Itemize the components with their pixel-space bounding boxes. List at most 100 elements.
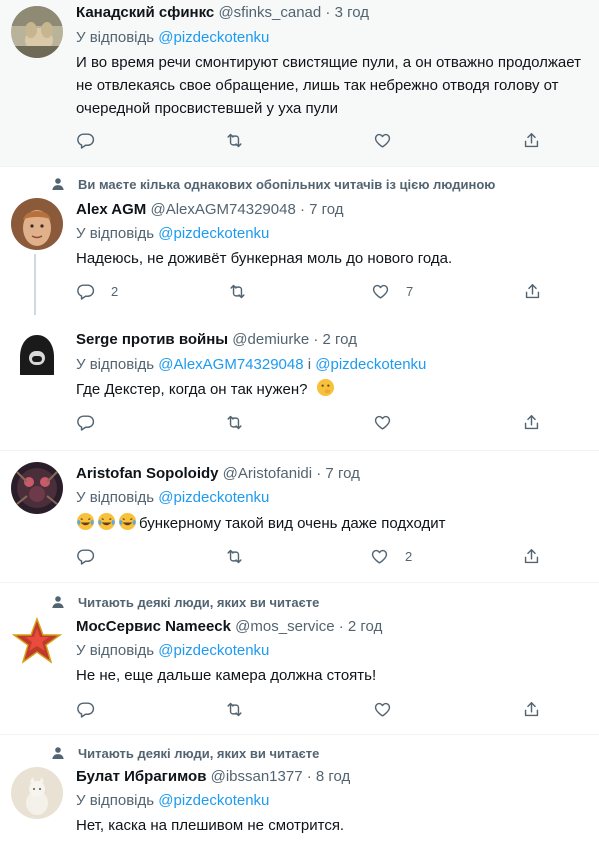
display-name[interactable]: МосСервис Nameeck [76,618,231,635]
retweet-button[interactable] [225,547,244,566]
retweet-icon [225,131,244,150]
like-count: 2 [405,549,413,564]
tweet[interactable]: Serge против войны @demiurke · 2 год У в… [0,315,599,452]
like-button[interactable] [373,700,392,719]
reply-button[interactable] [76,547,95,566]
tweet-text: И во время речи смонтируют свистящие пул… [76,54,581,117]
reply-context: У відповідь @pizdeckotenku [76,792,270,809]
reply-context: У відповідь @pizdeckotenku [76,489,270,506]
tweet[interactable]: Aristofan Sopoloidy @Aristofanidi · 7 го… [0,451,599,583]
like-icon [370,547,389,566]
action-bar: 2 7 [76,282,546,306]
reply-button[interactable] [76,131,95,150]
retweet-icon [228,282,247,301]
handle-time[interactable]: @AlexAGM74329048 · 7 год [150,201,343,218]
like-icon [373,131,392,150]
tweet[interactable]: Читають деякі люди, яких ви читаєте Була… [0,735,599,845]
reply-context: У відповідь @pizdeckotenku [76,642,270,659]
like-button[interactable] [373,413,392,432]
handle-time[interactable]: @ibssan1377 · 8 год [211,768,351,785]
share-button[interactable] [522,413,541,432]
avatar[interactable] [11,198,63,250]
action-bar [76,700,546,724]
tears-of-joy-emoji-icon [76,512,95,531]
person-icon [50,594,66,610]
retweet-button[interactable] [225,413,244,432]
tweet-text: Нет, каска на плешивом не смотрится. [76,817,345,834]
tweet-text: Где Декстер, когда он так нужен? [76,378,591,401]
mention-link[interactable]: @pizdeckotenku [158,642,269,659]
like-count: 7 [406,284,414,299]
tweet-text: бункерному такой вид очень даже подходит [76,512,591,535]
reply-context: У відповідь @AlexAGM74329048 і @pizdecko… [76,356,427,373]
tears-of-joy-emoji-icon [97,512,116,531]
avatar[interactable] [11,462,63,514]
action-bar: 2 [76,547,546,571]
reply-icon [76,282,95,301]
social-context: Читають деякі люди, яких ви читаєте [50,745,319,761]
social-context: Читають деякі люди, яких ви читаєте [50,594,319,610]
display-name[interactable]: Канадский сфинкс [76,4,214,21]
avatar[interactable] [11,767,63,819]
display-name[interactable]: Aristofan Sopoloidy [76,465,219,482]
shushing-face-emoji-icon [316,378,334,397]
reply-icon [76,700,95,719]
mention-link[interactable]: @pizdeckotenku [158,29,269,46]
display-name[interactable]: Булат Ибрагимов [76,768,206,785]
retweet-button[interactable] [225,131,244,150]
tweet[interactable]: Канадский сфинкс @sfinks_canad · 3 год У… [0,0,599,166]
tweet[interactable]: Читають деякі люди, яких ви читаєте МосС… [0,583,599,735]
action-bar [76,131,546,155]
like-button[interactable] [373,131,392,150]
retweet-icon [225,700,244,719]
tweet-header: МосСервис Nameeck @mos_service · 2 год [76,618,382,635]
reply-button[interactable] [76,413,95,432]
like-icon [373,413,392,432]
share-button[interactable] [522,700,541,719]
share-button[interactable] [523,282,542,301]
reply-count: 2 [111,284,119,299]
mention-link[interactable]: @pizdeckotenku [315,356,426,373]
person-icon [50,745,66,761]
share-icon [522,413,541,432]
tweet[interactable]: Ви маєте кілька однакових обопільних чит… [0,167,599,315]
handle-time[interactable]: @sfinks_canad · 3 год [218,4,369,21]
thread-line [34,254,36,315]
like-icon [371,282,390,301]
mention-link[interactable]: @pizdeckotenku [158,225,269,242]
mention-link[interactable]: @pizdeckotenku [158,489,269,506]
tweet-header: Serge против войны @demiurke · 2 год [76,331,357,348]
reply-icon [76,413,95,432]
retweet-icon [225,547,244,566]
share-icon [522,131,541,150]
avatar[interactable] [11,616,63,668]
reply-button[interactable]: 2 [76,282,118,301]
avatar[interactable] [11,329,63,381]
like-button[interactable]: 2 [370,547,412,566]
display-name[interactable]: Serge против войны [76,331,228,348]
share-button[interactable] [522,131,541,150]
handle-time[interactable]: @Aristofanidi · 7 год [223,465,360,482]
tweet-header: Канадский сфинкс @sfinks_canad · 3 год [76,4,369,21]
mention-link[interactable]: @pizdeckotenku [158,792,269,809]
share-icon [522,547,541,566]
person-icon [50,176,66,192]
retweet-button[interactable] [228,282,247,301]
reply-context: У відповідь @pizdeckotenku [76,29,270,46]
avatar[interactable] [11,6,63,58]
display-name[interactable]: Alex AGM [76,201,146,218]
handle-time[interactable]: @demiurke · 2 год [232,331,357,348]
retweet-icon [225,413,244,432]
share-button[interactable] [522,547,541,566]
mention-link[interactable]: @AlexAGM74329048 [158,356,303,373]
handle-time[interactable]: @mos_service · 2 год [235,618,382,635]
tweet-text: Не не, еще дальше камера должна стоять! [76,667,377,684]
social-context: Ви маєте кілька однакових обопільних чит… [50,176,495,192]
like-icon [373,700,392,719]
retweet-button[interactable] [225,700,244,719]
reply-button[interactable] [76,700,95,719]
tweet-header: Булат Ибрагимов @ibssan1377 · 8 год [76,768,350,785]
like-button[interactable]: 7 [371,282,413,301]
share-icon [523,282,542,301]
reply-icon [76,131,95,150]
